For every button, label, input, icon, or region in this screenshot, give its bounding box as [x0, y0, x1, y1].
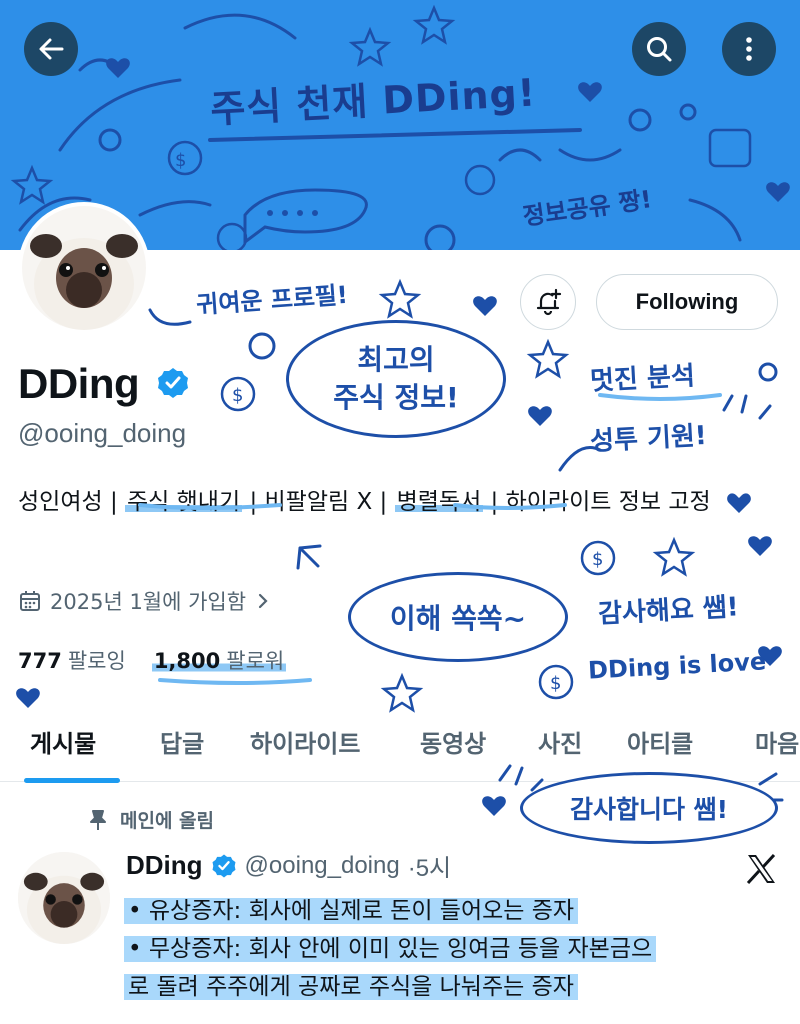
note-thanks-ssaem: 감사해요 쌤! [597, 592, 740, 630]
svg-text:$: $ [232, 385, 243, 406]
note-good-luck: 성투 기원! [589, 420, 708, 458]
bubble-line: 주식 정보! [333, 381, 459, 414]
bubble-best-info: 최고의 주식 정보! [286, 320, 506, 438]
bubble-line: 최고의 [357, 343, 435, 376]
svg-text:$: $ [592, 549, 603, 570]
note-nice-analysis: 멋진 분석 [589, 361, 696, 397]
doodle-overlay: $ $ $ [16, 278, 784, 816]
bubble-easy: 이해 쏙쏙~ [348, 572, 568, 662]
bubble-thank-you: 감사합니다 쌤! [520, 772, 778, 844]
svg-text:$: $ [550, 673, 561, 694]
